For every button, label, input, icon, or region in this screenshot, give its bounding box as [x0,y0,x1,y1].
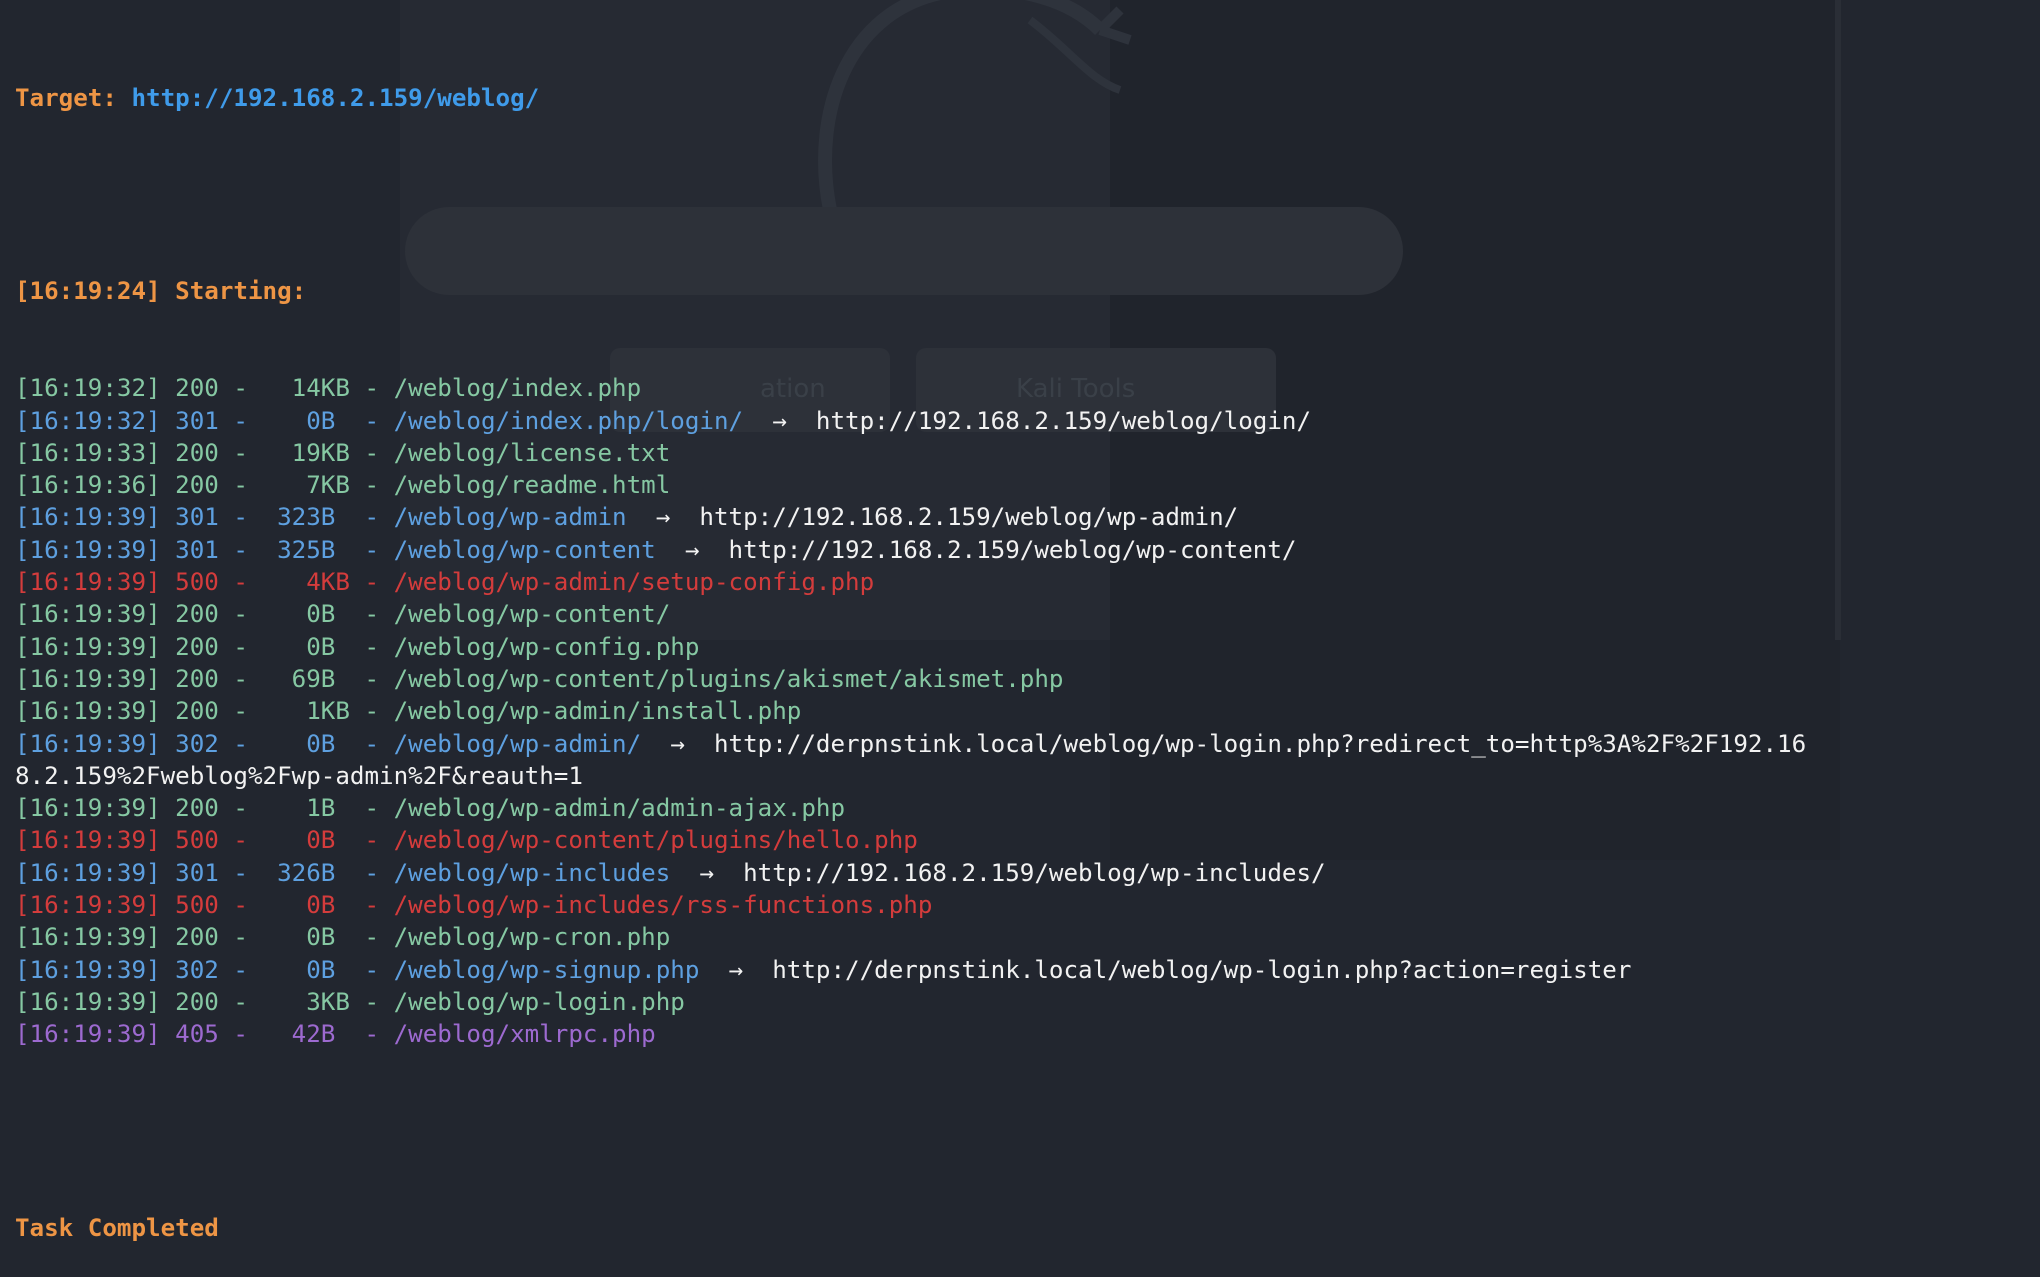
result-line: [16:19:39] 500 - 0B - /weblog/wp-include… [15,889,2040,921]
redirect-url: 8.2.159%2Fweblog%2Fwp-admin%2F&reauth=1 [15,761,583,790]
redirect-arrow-icon: → [772,406,787,435]
redirect-url: http://192.168.2.159/weblog/wp-includes/ [743,858,1326,887]
result-line: [16:19:39] 405 - 42B - /weblog/xmlrpc.ph… [15,1018,2040,1050]
result-entry: [16:19:32] 301 - 0B - /weblog/index.php/… [15,406,744,435]
redirect-arrow-icon: → [699,858,714,887]
task-completed-text: Task Completed [15,1213,219,1242]
redirect-url: http://192.168.2.159/weblog/wp-admin/ [699,503,1239,532]
result-line: [16:19:39] 200 - 3KB - /weblog/wp-login.… [15,986,2040,1018]
result-line: [16:19:32] 200 - 14KB - /weblog/index.ph… [15,372,2040,404]
result-entry: [16:19:39] 200 - 1B - /weblog/wp-admin/a… [15,794,846,823]
result-entry: [16:19:33] 200 - 19KB - /weblog/license.… [15,438,671,467]
result-line: [16:19:39] 200 - 1B - /weblog/wp-admin/a… [15,792,2040,824]
result-entry: [16:19:39] 500 - 0B - /weblog/wp-content… [15,826,918,855]
redirect-url: http://derpnstink.local/weblog/wp-login.… [713,729,1807,758]
result-entry: [16:19:36] 200 - 7KB - /weblog/readme.ht… [15,471,671,500]
result-line: [16:19:32] 301 - 0B - /weblog/index.php/… [15,405,2040,437]
result-entry: [16:19:39] 302 - 0B - /weblog/wp-signup.… [15,955,700,984]
redirect-url: http://derpnstink.local/weblog/wp-login.… [772,955,1632,984]
result-line: [16:19:39] 200 - 69B - /weblog/wp-conten… [15,663,2040,695]
redirect-arrow-icon: → [684,535,700,564]
result-entry: [16:19:39] 200 - 3KB - /weblog/wp-login.… [15,987,685,1016]
result-entry: [16:19:39] 200 - 0B - /weblog/wp-content… [15,600,671,629]
result-entry: [16:19:39] 200 - 1KB - /weblog/wp-admin/… [15,697,802,726]
result-entry: [16:19:39] 301 - 325B - /weblog/wp-conte… [15,535,656,564]
result-line: [16:19:39] 500 - 4KB - /weblog/wp-admin/… [15,566,2040,598]
result-entry: [16:19:32] 200 - 14KB - /weblog/index.ph… [15,374,642,403]
redirect-url: http://192.168.2.159/weblog/login/ [815,406,1312,435]
result-entry: [16:19:39] 301 - 326B - /weblog/wp-inclu… [15,858,671,887]
target-url: http://192.168.2.159/weblog/ [131,83,540,112]
result-entry: [16:19:39] 200 - 0B - /weblog/wp-config.… [15,632,700,661]
completed-line: Task Completed [15,1212,2040,1244]
result-line: [16:19:39] 301 - 323B - /weblog/wp-admin… [15,501,2040,533]
terminal-output[interactable]: Target: http://192.168.2.159/weblog/ [16… [0,0,2040,1277]
start-line-text: [16:19:24] Starting: [15,277,307,306]
result-line: 8.2.159%2Fweblog%2Fwp-admin%2F&reauth=1 [15,760,2040,792]
redirect-url: http://192.168.2.159/weblog/wp-content/ [728,535,1297,564]
result-entry: [16:19:39] 200 - 69B - /weblog/wp-conten… [15,664,1064,693]
result-entry: [16:19:39] 302 - 0B - /weblog/wp-admin/ [15,729,642,758]
result-line: [16:19:39] 200 - 0B - /weblog/wp-config.… [15,631,2040,663]
result-entry: [16:19:39] 500 - 4KB - /weblog/wp-admin/… [15,568,875,597]
result-entry: [16:19:39] 500 - 0B - /weblog/wp-include… [15,891,933,920]
result-line: [16:19:39] 302 - 0B - /weblog/wp-admin/ … [15,728,2040,760]
result-entry: [16:19:39] 405 - 42B - /weblog/xmlrpc.ph… [15,1020,656,1049]
result-line: [16:19:36] 200 - 7KB - /weblog/readme.ht… [15,469,2040,501]
result-line: [16:19:39] 500 - 0B - /weblog/wp-content… [15,824,2040,856]
result-line: [16:19:39] 302 - 0B - /weblog/wp-signup.… [15,954,2040,986]
scan-results: [16:19:32] 200 - 14KB - /weblog/index.ph… [15,372,2040,1050]
result-entry: [16:19:39] 200 - 0B - /weblog/wp-cron.ph… [15,923,671,952]
redirect-arrow-icon: → [655,503,671,532]
start-line: [16:19:24] Starting: [15,275,2040,307]
redirect-arrow-icon: → [728,955,744,984]
target-line: Target: http://192.168.2.159/weblog/ [15,82,2040,114]
result-line: [16:19:39] 200 - 0B - /weblog/wp-cron.ph… [15,921,2040,953]
redirect-arrow-icon: → [670,729,685,758]
result-entry: [16:19:39] 301 - 323B - /weblog/wp-admin [15,503,627,532]
result-line: [16:19:39] 200 - 1KB - /weblog/wp-admin/… [15,695,2040,727]
result-line: [16:19:39] 200 - 0B - /weblog/wp-content… [15,598,2040,630]
result-line: [16:19:33] 200 - 19KB - /weblog/license.… [15,437,2040,469]
target-label: Target: [15,83,117,112]
result-line: [16:19:39] 301 - 326B - /weblog/wp-inclu… [15,857,2040,889]
result-line: [16:19:39] 301 - 325B - /weblog/wp-conte… [15,534,2040,566]
